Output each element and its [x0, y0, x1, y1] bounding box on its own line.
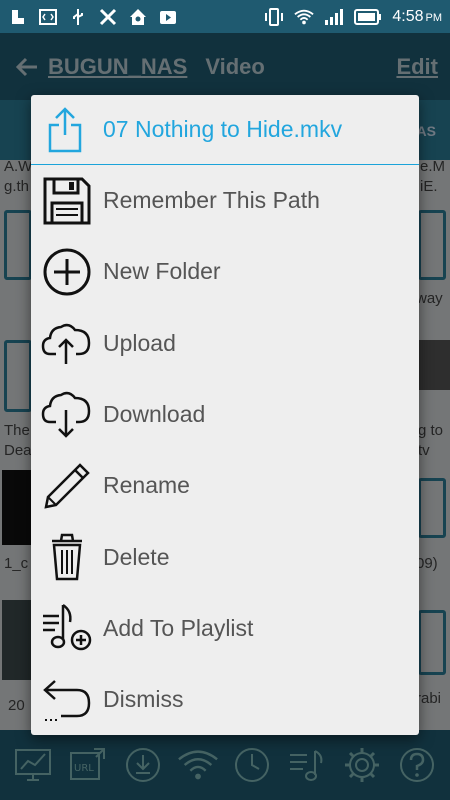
home-app-icon: [128, 8, 148, 26]
code-icon: [38, 8, 58, 26]
menu-item-label: Delete: [103, 543, 170, 570]
status-bar: 4:58 PM: [0, 0, 450, 33]
add-to-playlist-item[interactable]: Add To Playlist: [31, 593, 419, 664]
upload-item[interactable]: Upload: [31, 308, 419, 379]
new-folder-item[interactable]: New Folder: [31, 236, 419, 307]
x-app-icon: [98, 8, 118, 26]
menu-item-label: Add To Playlist: [103, 614, 254, 641]
menu-item-label: Upload: [103, 329, 176, 356]
pencil-icon: [41, 460, 93, 512]
status-time: 4:58 PM: [392, 7, 442, 25]
menu-title: 07 Nothing to Hide.mkv: [103, 116, 343, 142]
cloud-download-icon: [41, 389, 93, 441]
dismiss-item[interactable]: Dismiss: [31, 664, 419, 735]
play-icon: [158, 8, 178, 26]
menu-item-label: New Folder: [103, 258, 221, 285]
playlist-add-icon: [41, 602, 93, 654]
cloud-upload-icon: [41, 317, 93, 369]
app-icon: [8, 8, 28, 26]
delete-item[interactable]: Delete: [31, 521, 419, 592]
battery-icon: [354, 8, 382, 26]
undo-arrow-icon: [41, 674, 93, 726]
menu-header: 07 Nothing to Hide.mkv: [31, 95, 419, 165]
menu-item-label: Download: [103, 401, 206, 428]
context-menu-dialog: 07 Nothing to Hide.mkv Remember This Pat…: [31, 95, 419, 735]
signal-icon: [324, 8, 344, 26]
remember-path-item[interactable]: Remember This Path: [31, 165, 419, 236]
menu-item-label: Remember This Path: [103, 187, 320, 214]
usb-icon: [68, 8, 88, 26]
rename-item[interactable]: Rename: [31, 450, 419, 521]
trash-icon: [41, 531, 93, 583]
wifi-icon: [294, 8, 315, 26]
menu-item-label: Dismiss: [103, 686, 184, 713]
menu-item-label: Rename: [103, 472, 190, 499]
plus-circle-icon: [41, 246, 93, 298]
vibrate-icon: [264, 7, 284, 26]
share-icon[interactable]: [45, 104, 85, 156]
download-item[interactable]: Download: [31, 379, 419, 450]
floppy-disk-icon: [41, 175, 93, 227]
